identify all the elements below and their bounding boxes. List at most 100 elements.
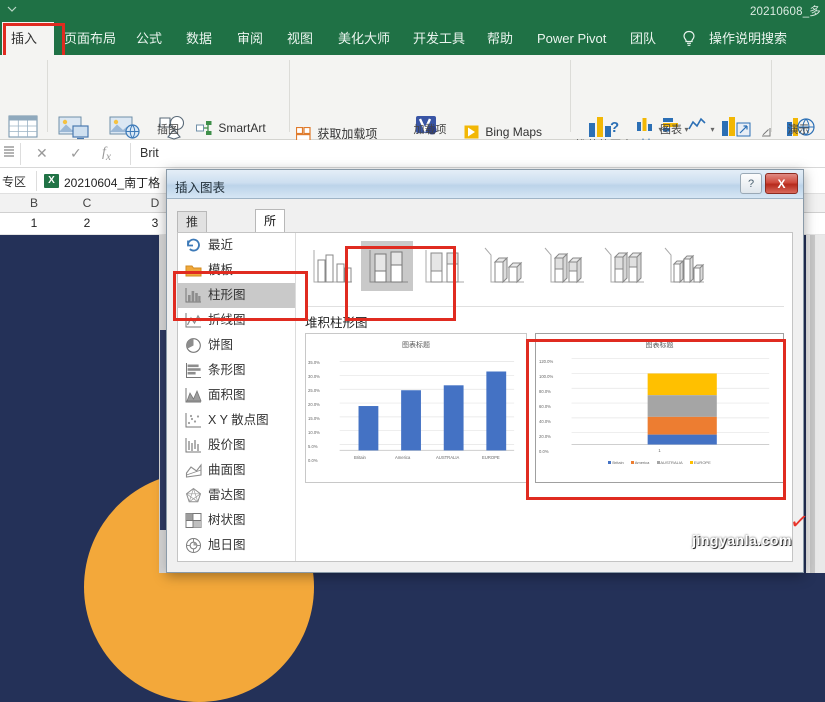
lightbulb-icon[interactable]: [681, 30, 697, 48]
line-chart-icon: [185, 312, 202, 329]
clustered-preview-yticks: 35.0% 30.0% 25.0% 20.0% 15.0% 10.0% 5.0%…: [308, 360, 320, 463]
cancel-icon[interactable]: ✕: [36, 145, 48, 162]
tab-review[interactable]: 审阅: [228, 22, 272, 55]
chart-type-list[interactable]: 最近 模板 柱形图 折线图 饼图 条形图 面积图 X Y 散点图 股价图 曲面图…: [178, 233, 296, 561]
tab-page-layout[interactable]: 页面布局: [55, 22, 125, 55]
chart-type-templates-label: 模板: [208, 263, 234, 277]
chart-type-treemap-label: 树状图: [208, 513, 246, 527]
chart-type-area-label: 面积图: [208, 388, 246, 402]
fx-icon[interactable]: fx: [102, 145, 111, 163]
tab-tell-me[interactable]: 操作说明搜索: [700, 22, 796, 55]
tab-beautify-master[interactable]: 美化大师: [329, 22, 399, 55]
dialog-help-button[interactable]: ?: [740, 173, 762, 194]
bar-chart-icon: [185, 362, 202, 379]
chart-type-scatter[interactable]: X Y 散点图: [178, 408, 295, 433]
chart-type-sunburst-label: 旭日图: [208, 538, 246, 552]
chart-type-stock[interactable]: 股价图: [178, 433, 295, 458]
subtype-3d-column[interactable]: [657, 241, 709, 291]
chart-type-line[interactable]: 折线图: [178, 308, 295, 333]
tab-view[interactable]: 视图: [278, 22, 322, 55]
dialog-title-bar[interactable]: 插入图表 ? X: [167, 170, 803, 199]
stacked-preview-legend: Britain America AUSTRALIA EUROPE: [536, 460, 783, 465]
document-title: 20210608_多: [749, 6, 821, 18]
tab-developer[interactable]: 开发工具: [404, 22, 474, 55]
chart-type-stock-label: 股价图: [208, 438, 246, 452]
ribbon-tabstrip: 插入 页面布局 公式 数据 审阅 视图 美化大师 开发工具 帮助 Power P…: [0, 22, 825, 55]
area-chart-icon: [185, 387, 202, 404]
chart-type-templates[interactable]: 模板: [178, 258, 295, 283]
sheet-zone-label: 专区: [2, 175, 27, 189]
stacked-column-preview[interactable]: 图表标题 120.0% 100.0% 80.0% 60.0% 40.0% 20.…: [535, 333, 784, 483]
chart-type-recent-label: 最近: [208, 238, 234, 252]
dialog-title: 插入图表: [175, 181, 226, 195]
chart-subtype-thumbnails: [297, 233, 792, 305]
scatter-chart-icon: [185, 412, 202, 429]
chart-type-treemap[interactable]: 树状图: [178, 508, 295, 533]
subtype-3d-stacked-column[interactable]: [537, 241, 589, 291]
column-header-c[interactable]: C: [65, 196, 109, 210]
dialog-close-button[interactable]: X: [765, 173, 798, 194]
recent-icon: [185, 237, 202, 254]
subtype-100-stacked-column[interactable]: [417, 241, 469, 291]
chart-type-bar-label: 条形图: [208, 363, 246, 377]
subtype-stacked-column[interactable]: [361, 241, 413, 291]
surface-chart-icon: [185, 462, 202, 479]
column-chart-icon: [185, 287, 202, 304]
confirm-icon[interactable]: ✓: [70, 145, 82, 162]
clustered-column-preview[interactable]: 图表标题 35.0% 30.0% 25.0% 20.0% 15.0% 10.0%…: [305, 333, 527, 483]
chart-type-sunburst[interactable]: 旭日图: [178, 533, 295, 558]
chart-type-scatter-label: X Y 散点图: [208, 413, 269, 427]
tab-power-pivot[interactable]: Power Pivot: [528, 22, 615, 55]
chart-type-column-label: 柱形图: [208, 288, 246, 302]
cell-c1[interactable]: 2: [65, 216, 109, 230]
chart-type-bar[interactable]: 条形图: [178, 358, 295, 383]
chart-type-surface-label: 曲面图: [208, 463, 246, 477]
tab-insert[interactable]: 插入: [2, 22, 54, 55]
chart-type-line-label: 折线图: [208, 313, 246, 327]
chart-type-histogram[interactable]: 直方图: [178, 558, 295, 561]
ribbon-insert: 表格 图片 联机图片: [0, 55, 825, 176]
subtype-3d-100-stacked-column[interactable]: [597, 241, 649, 291]
chart-type-pie[interactable]: 饼图: [178, 333, 295, 358]
stock-chart-icon: [185, 437, 202, 454]
tab-all-charts[interactable]: 所有图表: [255, 209, 286, 297]
check-mark-icon: ✓: [787, 507, 810, 536]
watermark-en: jingyanla.com: [692, 532, 792, 548]
selected-subtype-name: 堆积柱形图: [305, 316, 368, 330]
tab-data[interactable]: 数据: [177, 22, 221, 55]
tab-recommended-charts[interactable]: 推荐的图表: [177, 211, 208, 313]
ribbon-group-label-illustrations: 插图: [157, 124, 179, 136]
pie-chart-icon: [185, 337, 202, 354]
radar-chart-icon: [185, 487, 202, 504]
templates-icon: [185, 262, 202, 279]
chart-type-column[interactable]: 柱形图: [178, 283, 295, 308]
chart-type-recent[interactable]: 最近: [178, 233, 295, 258]
watermark: 经验啦 jingyanla.com ✓: [672, 507, 812, 555]
cell-b1[interactable]: 1: [12, 216, 56, 230]
subtype-divider: [305, 306, 784, 307]
tab-help[interactable]: 帮助: [478, 22, 522, 55]
dropdown-arrow-icon[interactable]: [5, 3, 19, 17]
excel-window: 20210608_多 插入 页面布局 公式 数据 审阅 视图 美化大师 开发工具…: [0, 0, 825, 702]
clustered-preview-title: 图表标题: [402, 342, 430, 349]
name-box-icon[interactable]: [3, 145, 15, 162]
formula-bar: ✕ ✓ fx Brit: [0, 140, 825, 168]
chart-type-pie-label: 饼图: [208, 338, 234, 352]
chart-type-area[interactable]: 面积图: [178, 383, 295, 408]
title-bar: 20210608_多: [0, 0, 825, 22]
subtype-clustered-column[interactable]: [305, 241, 357, 291]
chart-type-surface[interactable]: 曲面图: [178, 458, 295, 483]
tab-team[interactable]: 团队: [621, 22, 665, 55]
subtype-3d-clustered-column[interactable]: [477, 241, 529, 291]
tab-formulas[interactable]: 公式: [127, 22, 171, 55]
ribbon-group-label-charts: 图表: [660, 124, 682, 136]
chart-type-radar-label: 雷达图: [208, 488, 246, 502]
ribbon-group-label-tours: 演示: [787, 124, 810, 136]
column-header-b[interactable]: B: [12, 196, 56, 210]
open-file-name[interactable]: 20210604_南丁格: [64, 174, 160, 191]
formula-input-value[interactable]: Brit: [140, 146, 159, 160]
excel-file-icon: [44, 174, 59, 188]
stacked-preview-title: 图表标题: [645, 342, 674, 349]
ribbon-group-label-addins: 加载项: [413, 124, 447, 136]
chart-type-radar[interactable]: 雷达图: [178, 483, 295, 508]
